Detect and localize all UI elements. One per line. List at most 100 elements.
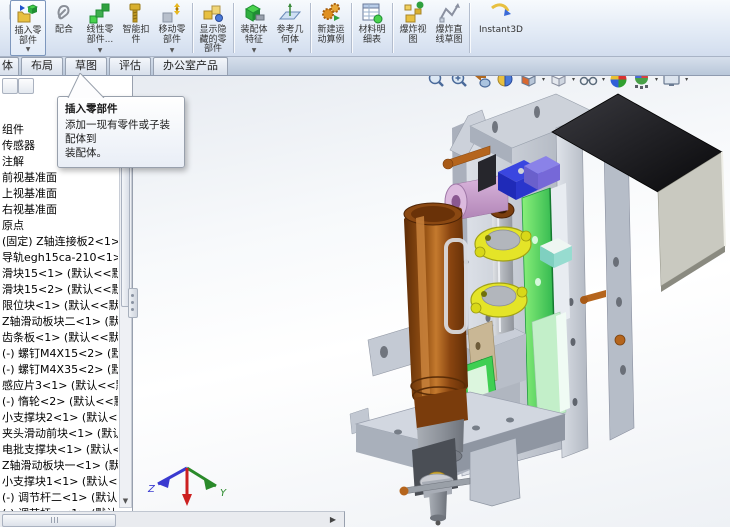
ribbon-separator (192, 3, 193, 53)
tab-assembly[interactable]: 体 (0, 57, 19, 75)
tab-office-products[interactable]: 办公室产品 (153, 57, 228, 75)
tree-vertical-scrollbar[interactable]: ▼ (119, 138, 132, 508)
ribbon-button-clipped[interactable] (2, 0, 10, 56)
ribbon-button-label: 插入零 部件 (14, 26, 42, 46)
show-hidden-components-icon (203, 5, 223, 22)
ribbon-button-insert-component[interactable]: 插入零 部件 ▼ (10, 0, 46, 56)
chevron-down-icon: ▼ (25, 46, 31, 53)
chevron-down-icon: ▼ (169, 47, 175, 54)
exploded-view-icon (404, 1, 424, 23)
tree-item[interactable]: (固定) Z轴连接板2<1> (默 (2, 234, 118, 250)
ribbon-button-label: Instant3D (479, 25, 523, 35)
panel-splitter-grip[interactable] (128, 288, 138, 318)
tooltip-title: 插入零部件 (65, 103, 118, 115)
ribbon-button-exploded-view[interactable]: 爆炸视 图 (395, 0, 431, 56)
chevron-down-icon: ▼ (287, 47, 293, 54)
tree-item[interactable]: 导轨egh15ca-210<1> (默 (2, 250, 118, 266)
chevron-down-icon: ▼ (251, 47, 257, 54)
tooltip-pointer (67, 73, 105, 98)
ribbon-button-move-component[interactable]: 移动零 部件 ▼ (154, 0, 190, 56)
tree-item[interactable]: (-) 螺钉M4X35<2> (默认 (2, 362, 118, 378)
tree-item[interactable]: (-) 螺钉M4X15<2> (默认 (2, 346, 118, 362)
tree-item[interactable]: (-) 调节杆二<1> (默认<< (2, 490, 118, 506)
tooltip-insert-component: 插入零部件 添加一现有零件或子装配体到 装配体。 (57, 96, 185, 168)
tree-item[interactable]: 原点 (2, 218, 118, 234)
triad-z-label: Z (147, 484, 156, 495)
clipped-icon (9, 4, 10, 20)
ribbon-button-label: 装配体 特征 (240, 25, 268, 45)
ribbon-button-label: 新建运 动算例 (317, 25, 345, 45)
ribbon-button-label: 配合 (54, 25, 73, 35)
chevron-down-icon[interactable]: ▾ (572, 76, 575, 83)
scroll-right-arrow-icon[interactable]: ▶ (330, 515, 336, 525)
chevron-down-icon[interactable]: ▾ (655, 76, 658, 83)
feature-tree: 组件 传感器 注解 前视基准面 上视基准面 右视基准面 原点 (固定) Z轴连接… (2, 122, 118, 511)
ribbon-button-label: 材料明 细表 (358, 25, 386, 45)
ribbon-button-instant3d[interactable]: Instant3D (472, 0, 530, 56)
ribbon-button-new-motion-study[interactable]: 新建运 动算例 (313, 0, 349, 56)
new-motion-study-icon (322, 3, 340, 21)
tooltip-body: 添加一现有零件或子装配体到 装配体。 (65, 119, 170, 159)
ribbon-separator (469, 3, 470, 53)
tree-item[interactable]: Z轴滑动板块二<1> (默认 (2, 314, 118, 330)
ribbon-button-label: 爆炸视 图 (399, 25, 427, 45)
ribbon-separator (351, 3, 352, 53)
tree-item[interactable]: 感应片3<1> (默认<<默认 (2, 378, 118, 394)
tab-layout[interactable]: 布局 (21, 57, 63, 75)
ribbon-button-assembly-features[interactable]: 装配体 特征 ▼ (236, 0, 272, 56)
bill-of-materials-icon (362, 3, 383, 24)
triad-y-label: Y (220, 488, 227, 499)
ribbon-separator (392, 3, 393, 53)
ribbon-button-reference-geometry[interactable]: 参考几 何体 ▼ (272, 0, 308, 56)
feature-tree-tab-icon[interactable] (2, 78, 18, 94)
assembly-features-icon (244, 4, 265, 22)
model-guide-rail[interactable] (521, 183, 570, 423)
chevron-down-icon[interactable]: ▾ (685, 76, 688, 83)
tree-horizontal-scrollbar[interactable]: ▶ (0, 511, 345, 527)
chevron-down-icon[interactable]: ▾ (602, 76, 605, 83)
scroll-down-arrow-icon[interactable]: ▼ (120, 496, 131, 506)
property-manager-tab-icon[interactable] (18, 78, 34, 94)
tree-item[interactable]: (-) 惰轮<2> (默认<<默认 (2, 394, 118, 410)
ribbon-button-linear-pattern[interactable]: 线性零 部件... ▼ (82, 0, 118, 56)
ribbon-button-mate[interactable]: 配合 (46, 0, 82, 56)
tree-item[interactable]: 前视基准面 (2, 170, 118, 186)
ribbon-button-label: 线性零 部件... (86, 25, 114, 45)
solidworks-window: Z Y X ▾ (0, 0, 730, 527)
tab-evaluate[interactable]: 评估 (109, 57, 151, 75)
tree-item[interactable]: 右视基准面 (2, 202, 118, 218)
linear-pattern-icon (89, 3, 110, 24)
tree-item[interactable]: 限位块<1> (默认<<默认 (2, 298, 118, 314)
ribbon-button-explode-line-sketch[interactable]: 爆炸直 线草图 (431, 0, 467, 56)
tree-item[interactable]: 上视基准面 (2, 186, 118, 202)
ribbon-separator (310, 3, 311, 53)
ribbon-button-label: 显示隐 藏的零 部件 (199, 25, 227, 54)
ribbon-button-label: 参考几 何体 (276, 25, 304, 45)
tree-item[interactable]: 电批支撑块<1> (默认<< (2, 442, 118, 458)
ribbon-button-smart-fasteners[interactable]: 智能扣 件 (118, 0, 154, 56)
tree-item[interactable]: 夹头滑动前块<1> (默认< (2, 426, 118, 442)
tree-item[interactable]: 滑块15<1> (默认<<默认 (2, 266, 118, 282)
ribbon-button-label: 爆炸直 线草图 (435, 25, 463, 45)
smart-fasteners-icon (129, 3, 141, 23)
tree-item[interactable]: 齿条板<1> (默认<<默认 (2, 330, 118, 346)
ribbon-separator (233, 3, 234, 53)
explode-line-sketch-icon (439, 3, 460, 23)
command-manager-tabs: 体 布局 草图 评估 办公室产品 (0, 57, 730, 76)
tree-item[interactable]: 小支撑块1<1> (默认<<默 (2, 474, 118, 490)
chevron-down-icon: ▼ (97, 47, 103, 54)
reference-geometry-icon (278, 3, 302, 20)
ribbon-button-bill-of-materials[interactable]: 材料明 细表 (354, 0, 390, 56)
scrollbar-thumb[interactable] (2, 514, 116, 527)
ribbon-button-show-hidden-components[interactable]: 显示隐 藏的零 部件 (195, 0, 231, 56)
mate-icon (57, 4, 70, 20)
ribbon-button-label: 智能扣 件 (122, 25, 150, 45)
chevron-down-icon[interactable]: ▾ (542, 76, 545, 83)
move-component-icon (162, 3, 180, 23)
tree-item[interactable]: 滑块15<2> (默认<<默认 (2, 282, 118, 298)
scrollbar-thumb[interactable] (121, 147, 130, 307)
ribbon-button-label: 移动零 部件 (158, 25, 186, 45)
tree-item[interactable]: 小支撑块2<1> (默认<<默 (2, 410, 118, 426)
instant3d-icon (491, 3, 511, 16)
tree-item[interactable]: Z轴滑动板块一<1> (默认 (2, 458, 118, 474)
